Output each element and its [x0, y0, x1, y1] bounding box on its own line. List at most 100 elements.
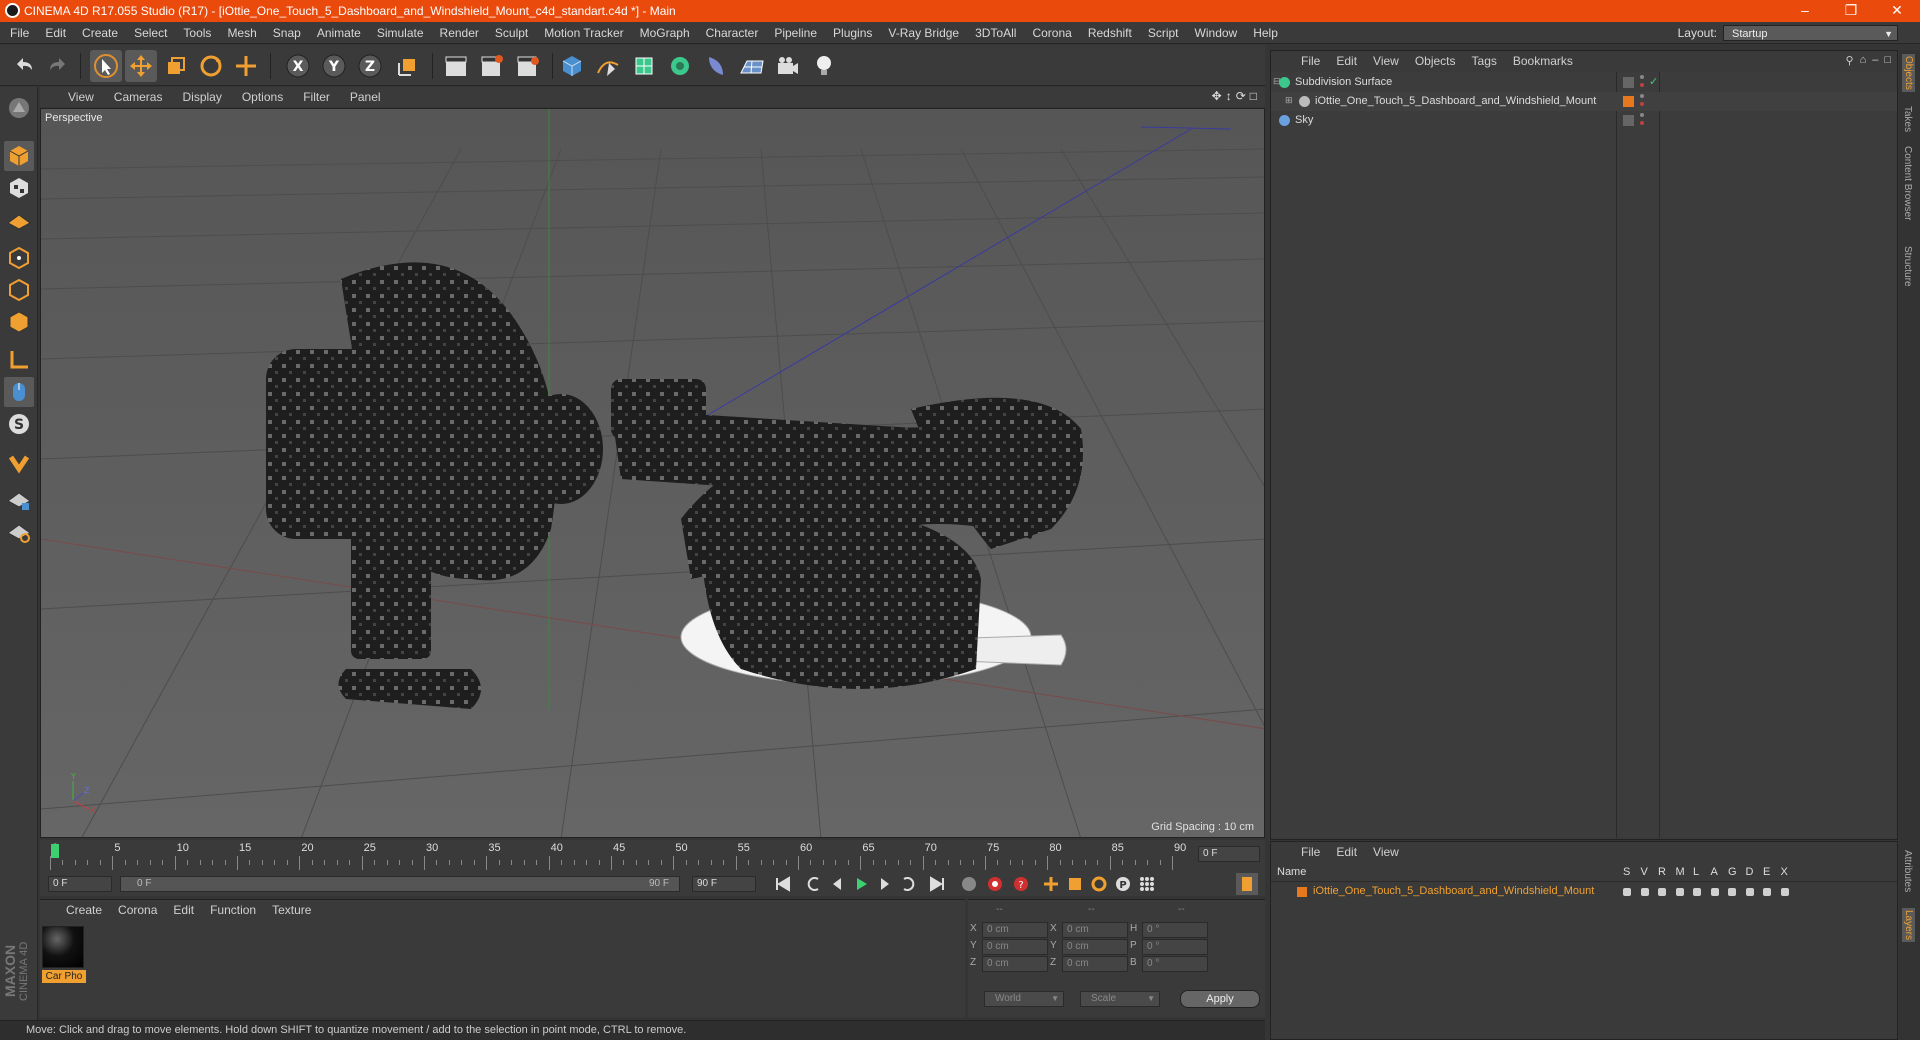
tab-takes[interactable]: Takes — [1902, 106, 1913, 132]
coord-value-field[interactable]: 0 ° — [1142, 956, 1208, 972]
maximize-view-icon[interactable]: □ — [1250, 89, 1257, 103]
layer-column-header[interactable]: V — [1641, 866, 1648, 878]
layer-row[interactable]: iOttie_One_Touch_5_Dashboard_and_Windshi… — [1271, 884, 1897, 903]
menu-item[interactable]: Simulate — [369, 26, 432, 40]
menu-item[interactable]: 3DToAll — [967, 26, 1024, 40]
coord-value-field[interactable]: 0 cm — [982, 922, 1048, 938]
layer-toggle-icon[interactable] — [1710, 888, 1719, 896]
planar-workplane-button[interactable] — [4, 517, 34, 547]
menu-item[interactable]: Animate — [309, 26, 369, 40]
expand-icon[interactable]: ⊞ — [1285, 95, 1293, 106]
floor-button[interactable] — [736, 50, 768, 82]
rotate-tool-button[interactable] — [195, 50, 227, 82]
pan-view-icon[interactable]: ✥ — [1212, 89, 1222, 103]
coord-scale-select[interactable]: Scale ▼ — [1080, 991, 1160, 1007]
material-menu-item[interactable]: Texture — [264, 903, 319, 917]
layer-color-swatch[interactable] — [1297, 887, 1307, 897]
x-axis-button[interactable]: X — [282, 50, 314, 82]
layer-color-swatch[interactable] — [1623, 96, 1634, 107]
timeline-window-button[interactable] — [1236, 873, 1258, 895]
layout-select[interactable]: Startup ▼ — [1723, 25, 1898, 41]
object-menu-item[interactable]: Bookmarks — [1505, 54, 1581, 68]
expand-panel-icon[interactable]: □ — [1884, 54, 1891, 67]
points-mode-button[interactable] — [4, 243, 34, 273]
object-row[interactable]: ⊟ Subdivision Surface ✓ — [1271, 73, 1897, 92]
render-picture-viewer-button[interactable] — [476, 50, 508, 82]
menu-item[interactable]: Redshift — [1080, 26, 1140, 40]
layer-menu-item[interactable]: Edit — [1328, 845, 1365, 859]
spline-pen-button[interactable] — [592, 50, 624, 82]
workplane-mode-button[interactable] — [4, 205, 34, 235]
render-dot-icon[interactable] — [1640, 121, 1644, 125]
enabled-check-icon[interactable]: ✓ — [1649, 75, 1658, 88]
coord-value-field[interactable]: 0 ° — [1142, 922, 1208, 938]
live-selection-button[interactable] — [230, 50, 262, 82]
coord-value-field[interactable]: 0 cm — [982, 939, 1048, 955]
layer-column-header[interactable]: R — [1658, 866, 1666, 878]
previous-key-button[interactable] — [802, 873, 824, 895]
coord-value-field[interactable]: 0 cm — [1062, 939, 1128, 955]
close-button[interactable]: ✕ — [1874, 0, 1920, 22]
menu-item[interactable]: MoGraph — [632, 26, 698, 40]
coord-value-field[interactable]: 0 cm — [1062, 922, 1128, 938]
selection-tool-button[interactable] — [90, 50, 122, 82]
menu-item[interactable]: File — [2, 26, 37, 40]
tab-content-browser[interactable]: Content Browser — [1902, 146, 1913, 220]
menu-item[interactable]: Help — [1245, 26, 1286, 40]
tab-objects[interactable]: Objects — [1902, 54, 1915, 92]
viewport-menu-item[interactable]: View — [58, 90, 104, 104]
object-row[interactable]: Sky — [1271, 111, 1897, 130]
render-dot-icon[interactable] — [1640, 83, 1644, 87]
render-settings-button[interactable] — [512, 50, 544, 82]
menu-item[interactable]: Pipeline — [766, 26, 825, 40]
next-key-button[interactable] — [898, 873, 920, 895]
tweak-mode-button[interactable] — [4, 377, 34, 407]
object-menu-item[interactable]: Tags — [1464, 54, 1505, 68]
coord-value-field[interactable]: 0 ° — [1142, 939, 1208, 955]
object-menu-item[interactable]: Edit — [1328, 54, 1365, 68]
object-menu-item[interactable]: View — [1365, 54, 1407, 68]
texture-mode-button[interactable] — [4, 173, 34, 203]
record-keys-button[interactable] — [958, 873, 980, 895]
menu-item[interactable]: Edit — [37, 26, 74, 40]
key-position-button[interactable] — [1040, 873, 1062, 895]
timeline-ruler[interactable]: 051015202530354045505560657075808590 0 F — [40, 840, 1265, 872]
start-frame-field[interactable]: 0 F — [48, 876, 112, 892]
layer-column-header[interactable]: S — [1623, 866, 1630, 878]
coordinate-system-button[interactable] — [392, 50, 424, 82]
layer-menu-item[interactable]: File — [1293, 845, 1328, 859]
scale-tool-button[interactable] — [160, 50, 192, 82]
coord-mode-select[interactable]: World ▼ — [984, 991, 1064, 1007]
dolly-view-icon[interactable]: ↕ — [1226, 89, 1232, 103]
autokey-button[interactable] — [984, 873, 1006, 895]
menu-item[interactable]: Sculpt — [487, 26, 536, 40]
layer-column-header[interactable]: D — [1746, 866, 1754, 878]
material-menu-item[interactable]: Create — [58, 903, 110, 917]
key-parameter-button[interactable]: P — [1112, 873, 1134, 895]
layer-toggle-icon[interactable] — [1640, 888, 1649, 896]
camera-label[interactable]: Perspective — [45, 112, 102, 124]
tab-attributes[interactable]: Attributes — [1902, 850, 1913, 892]
coord-value-field[interactable]: 0 cm — [982, 956, 1048, 972]
keyframe-selection-button[interactable]: ? — [1010, 873, 1032, 895]
object-menu-item[interactable]: File — [1293, 54, 1328, 68]
object-menu-item[interactable]: Objects — [1407, 54, 1464, 68]
material-swatch[interactable]: Car Pho — [42, 926, 86, 984]
menu-item[interactable]: Character — [698, 26, 767, 40]
minimize-panel-icon[interactable]: – — [1872, 54, 1878, 67]
current-frame-field[interactable]: 0 F — [1198, 846, 1260, 862]
menu-item[interactable]: Create — [74, 26, 126, 40]
layer-color-swatch[interactable] — [1623, 115, 1634, 126]
layer-toggle-icon[interactable] — [1763, 888, 1771, 896]
material-menu-item[interactable]: Function — [202, 903, 264, 917]
layer-color-swatch[interactable] — [1623, 77, 1634, 88]
render-dot-icon[interactable] — [1640, 102, 1644, 106]
material-menu-item[interactable]: Edit — [165, 903, 202, 917]
layer-column-header[interactable]: M — [1676, 866, 1685, 878]
cloner-button[interactable] — [664, 50, 696, 82]
layer-menu-item[interactable]: View — [1365, 845, 1407, 859]
layer-column-header[interactable]: L — [1693, 866, 1699, 878]
viewport-menu-item[interactable]: Filter — [293, 90, 340, 104]
redo-button[interactable] — [42, 50, 74, 82]
tab-structure[interactable]: Structure — [1902, 246, 1913, 287]
